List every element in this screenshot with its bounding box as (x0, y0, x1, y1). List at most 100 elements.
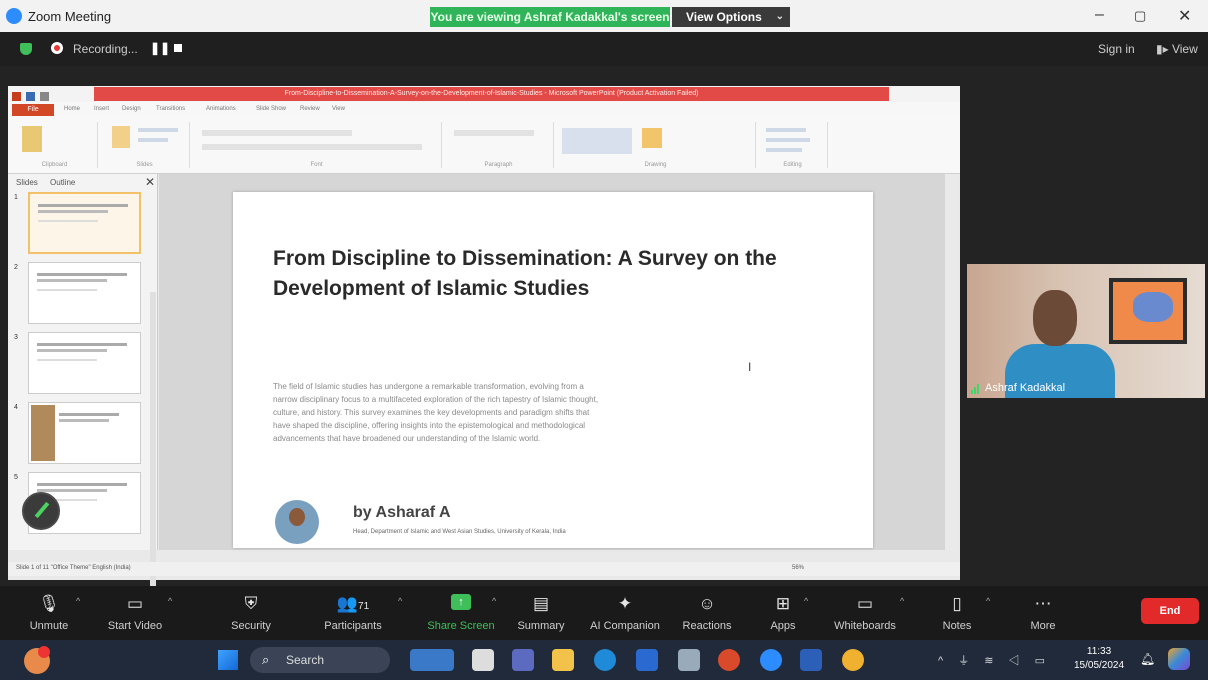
sign-in-link[interactable]: Sign in (1098, 42, 1135, 56)
slide-thumbnail[interactable] (28, 262, 141, 324)
taskbar-app-icon[interactable] (410, 649, 454, 671)
powerpoint-icon[interactable] (718, 649, 740, 671)
save-icon[interactable] (26, 92, 35, 101)
chevron-up-icon[interactable]: ^ (168, 596, 172, 606)
taskbar-search[interactable]: ⌕ Search (250, 647, 390, 673)
share-screen-button[interactable]: ↑ ^ Share Screen (418, 586, 504, 640)
tab-design[interactable]: Design (122, 106, 141, 112)
tab-file[interactable]: File (12, 104, 54, 116)
apps-button[interactable]: ⊞ ^ Apps (740, 586, 826, 640)
view-button[interactable]: ▮▸ View (1156, 42, 1198, 56)
more-button[interactable]: ⋯ More (1000, 586, 1086, 640)
task-view-icon[interactable] (472, 649, 494, 671)
reset-button[interactable] (138, 138, 168, 142)
edge-icon[interactable] (594, 649, 616, 671)
copilot-icon[interactable] (1168, 648, 1190, 670)
chevron-up-icon[interactable]: ^ (398, 596, 402, 606)
end-meeting-button[interactable]: End (1141, 598, 1199, 624)
security-shield-icon[interactable] (20, 43, 32, 55)
unmute-label: Unmute (29, 620, 69, 632)
chevron-up-icon[interactable]: ^ (986, 596, 990, 606)
text-cursor-icon: I (748, 360, 752, 374)
windows-start-icon[interactable] (218, 650, 238, 670)
author-avatar (275, 500, 319, 544)
ribbon-group-clipboard: Clipboard (12, 122, 98, 168)
close-pane-button[interactable]: ✕ (145, 175, 155, 189)
slide-thumbnail[interactable] (28, 332, 141, 394)
current-slide[interactable]: From Discipline to Dissemination: A Surv… (233, 192, 873, 548)
powerpoint-window: From-Discipline-to-Dissemination-A-Surve… (8, 86, 960, 632)
slide-scrollbar[interactable] (945, 174, 957, 550)
settings-gear-icon[interactable] (678, 649, 700, 671)
zoom-icon[interactable] (760, 649, 782, 671)
meeting-top-bar: Recording... ❚❚ Sign in ▮▸ View (0, 32, 1208, 66)
tab-slides[interactable]: Slides (16, 178, 38, 187)
weather-widget-icon[interactable] (24, 646, 50, 674)
annotate-pencil-button[interactable] (22, 492, 60, 530)
ai-companion-button[interactable]: ✦ AI Companion (582, 586, 668, 640)
slide-thumbnail[interactable] (28, 192, 141, 254)
security-label: Security (231, 620, 271, 632)
word-icon[interactable] (800, 649, 822, 671)
tab-slide-show[interactable]: Slide Show (256, 106, 286, 112)
font-format-buttons[interactable] (202, 144, 422, 150)
file-explorer-icon[interactable] (552, 649, 574, 671)
zoom-level[interactable]: 56% (792, 565, 804, 571)
tab-transitions[interactable]: Transitions (156, 106, 185, 112)
unmute-button[interactable]: 🎙 ^ Unmute (6, 586, 92, 640)
more-label: More (1030, 620, 1056, 632)
apps-label: Apps (770, 620, 796, 632)
paste-icon[interactable] (22, 126, 42, 152)
stop-recording-button[interactable] (174, 44, 182, 52)
undo-icon[interactable] (40, 92, 49, 101)
slide-thumbnail[interactable] (28, 402, 141, 464)
notes-button[interactable]: ▯ ^ Notes (914, 586, 1000, 640)
tab-home[interactable]: Home (64, 106, 80, 112)
chevron-up-icon[interactable]: ^ (492, 596, 496, 606)
font-selector[interactable] (202, 130, 352, 136)
shapes-gallery[interactable] (562, 128, 632, 154)
tab-animations[interactable]: Animations (206, 106, 236, 112)
layout-button[interactable] (138, 128, 178, 132)
participant-video[interactable]: Ashraf Kadakkal (967, 264, 1205, 398)
pause-recording-button[interactable]: ❚❚ (150, 41, 170, 55)
security-button[interactable]: ⛨ Security (208, 586, 294, 640)
recording-status: Recording... (73, 42, 138, 56)
chrome-icon[interactable] (842, 649, 864, 671)
store-icon[interactable] (636, 649, 658, 671)
chevron-up-icon[interactable]: ^ (900, 596, 904, 606)
tab-insert[interactable]: Insert (94, 106, 109, 112)
arrange-icon[interactable] (642, 128, 662, 148)
clock-time: 11:33 (1086, 646, 1112, 657)
notification-bell-icon[interactable]: 🔔︎ (1140, 652, 1155, 666)
pane-scrollbar[interactable] (150, 292, 156, 632)
maximize-button[interactable]: ▢ (1134, 8, 1146, 24)
start-video-button[interactable]: ▭ ^ Start Video (92, 586, 178, 640)
tab-outline[interactable]: Outline (50, 178, 75, 187)
select-button[interactable] (766, 148, 802, 152)
tab-view[interactable]: View (332, 106, 345, 112)
reactions-button[interactable]: ☺ Reactions (664, 586, 750, 640)
replace-button[interactable] (766, 138, 810, 142)
reactions-label: Reactions (682, 620, 732, 632)
system-tray-icons[interactable]: ^ ⏚ ≋ ◁ ▭ (938, 652, 1051, 668)
pane-tabs: Slides Outline (16, 178, 85, 187)
tab-review[interactable]: Review (300, 106, 320, 112)
whiteboards-button[interactable]: ▭ ^ Whiteboards (822, 586, 908, 640)
paragraph-buttons[interactable] (454, 130, 534, 136)
participants-button[interactable]: 👥71 ^ Participants (310, 586, 402, 640)
taskbar-clock[interactable]: 11:33 15/05/2024 (1074, 645, 1124, 673)
minimize-button[interactable]: – (1095, 6, 1104, 24)
chevron-up-icon[interactable]: ^ (76, 596, 80, 606)
find-button[interactable] (766, 128, 806, 132)
view-options-button[interactable]: View Options ⌄ (672, 7, 790, 27)
chevron-up-icon[interactable]: ^ (804, 596, 808, 606)
summary-icon: ▤ (532, 594, 550, 613)
ppt-title-bar: From-Discipline-to-Dissemination-A-Surve… (8, 86, 960, 102)
ppt-ribbon-tabs: File Home Insert Design Transitions Anim… (8, 102, 960, 118)
meeting-controls-toolbar: 🎙 ^ Unmute ▭ ^ Start Video ⛨ Security 👥7… (0, 586, 1208, 640)
new-slide-icon[interactable] (112, 126, 130, 148)
teams-icon[interactable] (512, 649, 534, 671)
close-button[interactable]: ✕ (1178, 6, 1191, 26)
summary-button[interactable]: ▤ Summary (498, 586, 584, 640)
